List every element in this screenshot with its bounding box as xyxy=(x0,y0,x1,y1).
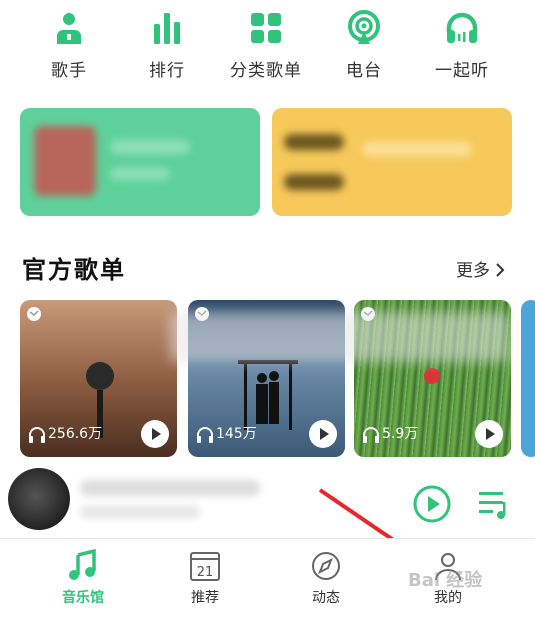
album-art xyxy=(8,468,70,530)
play-icon xyxy=(486,428,495,440)
category-ranking[interactable]: 排行 xyxy=(117,8,217,88)
playlist-queue-icon[interactable] xyxy=(476,488,510,522)
singer-icon xyxy=(57,13,81,44)
tab-recommend[interactable]: 21 推荐 xyxy=(155,539,255,617)
headphones-icon xyxy=(29,427,45,443)
category-label: 一起听 xyxy=(435,61,489,81)
ranking-bars-icon xyxy=(154,13,180,44)
category-radio[interactable]: 电台 xyxy=(314,8,414,88)
category-singer[interactable]: 歌手 xyxy=(19,8,119,88)
category-grid-icon xyxy=(251,13,281,43)
category-label: 电台 xyxy=(346,61,382,81)
category-label: 排行 xyxy=(149,61,185,81)
headphones-icon xyxy=(197,427,213,443)
play-count: 5.9万 xyxy=(382,426,419,442)
official-badge-icon xyxy=(27,307,41,321)
headphones-icon xyxy=(446,12,478,43)
banner-text-placeholder xyxy=(362,142,472,156)
play-count: 256.6万 xyxy=(48,426,103,442)
banner-text-placeholder xyxy=(284,174,344,190)
promo-banner-green[interactable] xyxy=(20,108,260,216)
red-flower-image xyxy=(424,368,440,384)
couple-silhouette-image xyxy=(238,360,298,430)
tab-label: 动态 xyxy=(312,590,340,606)
play-button[interactable] xyxy=(141,420,169,448)
banner-text-placeholder xyxy=(110,140,190,154)
more-link[interactable]: 更多 xyxy=(456,256,505,281)
section-title: 官方歌单 xyxy=(22,256,126,284)
category-listen-together[interactable]: 一起听 xyxy=(412,8,512,88)
promo-banner-yellow[interactable] xyxy=(272,108,512,216)
compass-icon xyxy=(312,552,340,580)
tab-label: 推荐 xyxy=(191,590,219,606)
headphones-icon xyxy=(363,427,379,443)
category-playlist-types[interactable]: 分类歌单 xyxy=(216,8,316,88)
playlist-card-partial[interactable] xyxy=(521,300,535,457)
tab-music-hall[interactable]: 音乐馆 xyxy=(33,539,133,617)
song-artist-placeholder xyxy=(80,506,200,518)
more-label: 更多 xyxy=(456,261,490,281)
play-icon xyxy=(152,428,161,440)
music-note-icon xyxy=(69,549,96,580)
play-icon xyxy=(320,428,329,440)
tab-feed[interactable]: 动态 xyxy=(276,539,376,617)
play-button[interactable] xyxy=(309,420,337,448)
radio-icon xyxy=(348,10,380,44)
play-count: 145万 xyxy=(216,426,257,442)
category-label: 分类歌单 xyxy=(230,61,302,81)
banner-text-placeholder xyxy=(284,134,344,150)
watermark: Bai 经验 xyxy=(408,570,483,591)
category-label: 歌手 xyxy=(51,61,87,81)
banner-text-placeholder xyxy=(110,168,170,180)
song-title-placeholder xyxy=(80,480,260,496)
chevron-right-icon xyxy=(496,263,505,277)
calendar-date: 21 xyxy=(197,565,214,580)
playlist-card[interactable]: 256.6万 xyxy=(20,300,177,457)
banner-thumbnail xyxy=(34,126,96,196)
calendar-icon: 21 xyxy=(190,552,220,581)
tab-label: 音乐馆 xyxy=(62,590,104,606)
blurred-overlay xyxy=(170,312,510,362)
mini-player[interactable] xyxy=(0,462,535,538)
play-button[interactable] xyxy=(475,420,503,448)
